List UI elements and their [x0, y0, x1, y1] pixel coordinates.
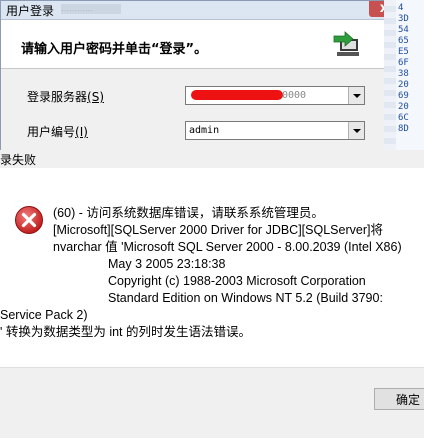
chevron-down-icon[interactable]	[348, 122, 364, 139]
server-hotkey: (S)	[87, 90, 104, 104]
login-prompt: 请输入用户密码并单击“登录”。	[21, 42, 208, 57]
error-line: nvarchar 值 'Microsoft SQL Server 2000 - …	[53, 240, 402, 254]
hex-value: E5	[398, 47, 409, 57]
hex-value: 69	[398, 91, 409, 101]
user-label: 用户编号(I)	[27, 125, 88, 139]
hex-value: 6C	[398, 113, 409, 123]
hex-value: 65	[398, 36, 409, 46]
chevron-down-icon[interactable]	[348, 87, 364, 104]
error-line: May 3 2005 23:18:38	[108, 257, 226, 271]
login-arrow-icon	[333, 31, 359, 56]
hex-value: 3D	[398, 14, 409, 24]
error-message: (60) - 访问系统数据库错误，请联系系统管理员。 [Microsoft][S…	[0, 205, 423, 341]
error-title-bar: 录失败	[0, 150, 424, 168]
server-select[interactable]: 0000	[185, 86, 365, 105]
error-line: ' 转换为数据类型为 int 的列时发生语法错误。	[0, 325, 252, 339]
ok-button[interactable]: 确定	[374, 388, 424, 410]
error-dialog-title: 录失败	[0, 153, 37, 167]
error-line: [Microsoft][SQLServer 2000 Driver for JD…	[53, 223, 383, 237]
error-line: (60) - 访问系统数据库错误，请联系系统管理员。	[53, 206, 324, 220]
hex-value: 20	[398, 102, 409, 112]
hex-value: 6F	[398, 58, 409, 68]
hex-value: 38	[398, 69, 409, 79]
error-line: Copyright (c) 1988-2003 Microsoft Corpor…	[108, 274, 366, 288]
server-value-suffix: 0000	[282, 90, 307, 101]
error-icon	[15, 206, 43, 234]
login-title-bar: 用户登录 …………	[1, 1, 385, 20]
error-dialog: 录失败 (60) - 访问系统数据库错误，请联系系统管理员。 [Microsof…	[0, 150, 424, 438]
hex-column-pattern	[384, 0, 396, 150]
login-window: 用户登录 ………… x 请输入用户密码并单击“登录”。 登录服务器(S) 000…	[0, 0, 415, 152]
hex-value: 20	[398, 80, 409, 90]
error-line: Standard Edition on Windows NT 5.2 (Buil…	[108, 291, 383, 305]
user-value: admin	[189, 125, 220, 136]
error-footer: 确定	[0, 367, 424, 438]
login-header: 请输入用户密码并单击“登录”。	[1, 20, 385, 69]
redacted-server	[191, 90, 283, 100]
hex-strip: 4 3D 54 65 E5 6F 38 20 69 20 6C 8D	[384, 0, 424, 150]
server-label: 登录服务器(S)	[27, 90, 104, 104]
user-hotkey: (I)	[75, 125, 88, 139]
error-line: Service Pack 2)	[0, 308, 88, 322]
hex-value: 8D	[398, 124, 409, 134]
user-select[interactable]: admin	[185, 121, 365, 140]
hex-value: 4	[398, 3, 404, 13]
login-window-title: 用户登录	[6, 4, 55, 18]
hex-value: 54	[398, 25, 409, 35]
login-title-blur: …………	[61, 4, 121, 14]
